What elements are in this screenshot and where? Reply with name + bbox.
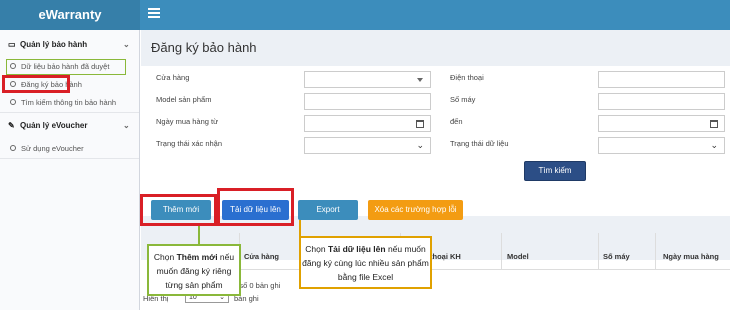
column-divider: [598, 233, 599, 269]
data-status-select[interactable]: ⌄: [598, 137, 725, 154]
edit-icon: ✎: [8, 121, 15, 130]
label-buy-from: Ngày mua hàng từ: [156, 117, 219, 126]
highlight-add-new: [140, 194, 217, 226]
top-bar: eWarranty: [0, 0, 730, 30]
callout-connector-left: [198, 226, 200, 244]
caret-down-icon: [417, 78, 423, 82]
sidebar-item-search-warranty[interactable]: Tìm kiếm thông tin bảo hành: [10, 96, 116, 109]
chevron-down-icon: ⌄: [710, 140, 718, 150]
export-button[interactable]: Export: [298, 200, 358, 220]
phone-input[interactable]: [598, 71, 725, 88]
chevron-down-icon: ⌄: [123, 121, 130, 130]
label-data-status: Trạng thái dữ liệu: [450, 139, 509, 148]
sidebar-divider: [0, 158, 139, 159]
calendar-icon[interactable]: [416, 120, 424, 128]
highlight-register-warranty: [2, 75, 70, 93]
store-select[interactable]: [304, 71, 431, 88]
sidebar-item-use-evoucher[interactable]: Sử dụng eVoucher: [10, 142, 84, 155]
circle-icon: [10, 99, 16, 106]
header-serial[interactable]: Số máy: [603, 252, 630, 261]
label-phone: Điện thoại: [450, 73, 484, 82]
chevron-down-icon: ⌄: [416, 140, 424, 150]
page-title: Đăng ký bảo hành: [151, 40, 257, 55]
highlight-upload: [217, 188, 294, 226]
column-divider: [655, 233, 656, 269]
label-to: đến: [450, 117, 463, 126]
chevron-down-icon: ⌄: [123, 40, 130, 49]
callout-connector-right: [299, 220, 301, 237]
header-model[interactable]: Model: [507, 252, 529, 261]
buy-from-date[interactable]: [304, 115, 431, 132]
label-confirm-status: Trạng thái xác nhận: [156, 139, 223, 148]
callout-add-new: Chọn Thêm mới nếu muốn đăng ký riêng từn…: [147, 244, 241, 296]
sidebar-divider: [0, 112, 139, 113]
clear-errors-button[interactable]: Xóa các trường hợp lỗi: [368, 200, 463, 220]
sidebar-group-warranty[interactable]: ▭ Quản lý bảo hành ⌄: [8, 38, 130, 52]
callout-upload: Chọn Tải dữ liệu lên nếu muốn đăng ký cù…: [299, 236, 432, 289]
header-buy-date[interactable]: Ngày mua hàng: [663, 252, 719, 261]
confirm-status-select[interactable]: ⌄: [304, 137, 431, 154]
sidebar-group-evoucher[interactable]: ✎ Quản lý eVoucher ⌄: [8, 119, 130, 133]
label-serial: Số máy: [450, 95, 476, 104]
highlight-approved-data: [6, 59, 126, 75]
buy-to-date[interactable]: [598, 115, 725, 132]
circle-icon: [10, 145, 16, 152]
model-input[interactable]: [304, 93, 431, 110]
column-divider: [501, 233, 502, 269]
label-model: Model sản phẩm: [156, 95, 212, 104]
menu-toggle-icon[interactable]: [148, 8, 160, 20]
header-phone[interactable]: thoại KH: [430, 252, 461, 261]
serial-input[interactable]: [598, 93, 725, 110]
search-button[interactable]: Tìm kiếm: [524, 161, 586, 181]
laptop-icon: ▭: [8, 40, 16, 49]
brand-logo[interactable]: eWarranty: [0, 0, 140, 30]
header-store[interactable]: Cửa hàng: [244, 252, 279, 261]
calendar-icon[interactable]: [710, 120, 718, 128]
label-store: Cửa hàng: [156, 73, 190, 82]
